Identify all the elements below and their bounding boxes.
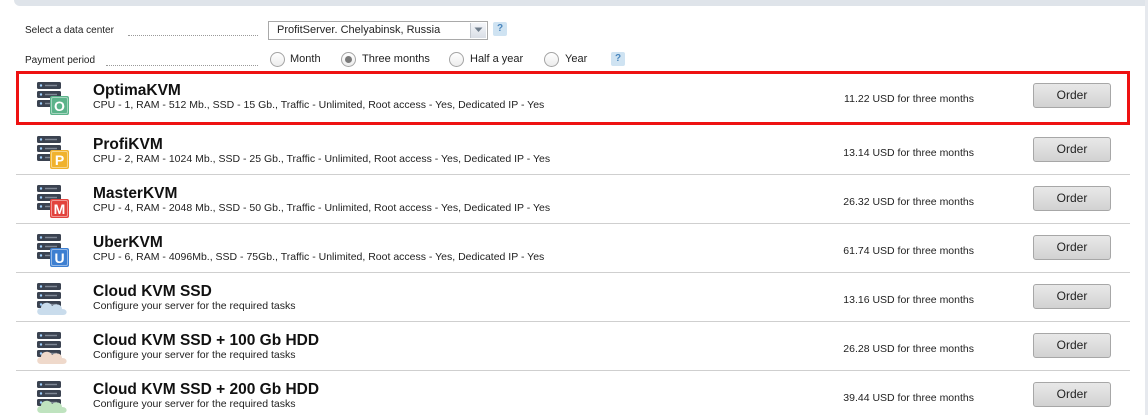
plan-price: 11.22 USD for three months [844, 93, 974, 105]
plan-name: Cloud KVM SSD + 100 Gb HDD [93, 332, 320, 349]
radio-three-months[interactable] [341, 52, 356, 67]
plan-badge-letter: P [55, 152, 64, 168]
plan-row-cloud-kvm-ssd-200-hdd: Cloud KVM SSD + 200 Gb HDD Configure you… [16, 371, 1130, 415]
plan-badge-letter: O [54, 98, 65, 114]
order-button[interactable]: Order [1033, 382, 1111, 407]
plan-price: 39.44 USD for three months [843, 392, 974, 404]
order-button[interactable]: Order [1033, 137, 1111, 162]
radio-month-label[interactable]: Month [290, 52, 321, 66]
server-cloud-icon [37, 381, 67, 413]
plan-name: OptimaKVM [93, 82, 181, 99]
server-icon-letter-m: M [35, 183, 71, 219]
plan-name: Cloud KVM SSD + 200 Gb HDD [93, 381, 320, 398]
plan-name: UberKVM [93, 234, 163, 251]
datacenter-leader-dots [128, 34, 258, 36]
order-button[interactable]: Order [1033, 284, 1111, 309]
plan-row-cloud-kvm-ssd: Cloud KVM SSD Configure your server for … [16, 273, 1130, 322]
plan-price: 13.14 USD for three months [843, 147, 974, 159]
period-leader-dots [106, 64, 258, 66]
server-cloud-icon [35, 379, 71, 415]
server-letter-icon: U [37, 234, 69, 267]
chevron-down-icon[interactable] [470, 23, 486, 38]
server-letter-icon: P [37, 136, 69, 169]
plan-description: CPU - 4, RAM - 2048 Mb., SSD - 50 Gb., T… [93, 202, 551, 214]
plan-description: CPU - 2, RAM - 1024 Mb., SSD - 25 Gb., T… [93, 153, 551, 165]
plan-price: 61.74 USD for three months [843, 245, 974, 257]
plan-description: Configure your server for the required t… [93, 300, 296, 312]
period-help-icon[interactable]: ? [611, 52, 625, 66]
plan-description: Configure your server for the required t… [93, 349, 296, 361]
radio-half-year-label[interactable]: Half a year [470, 52, 523, 66]
plan-price: 26.28 USD for three months [843, 343, 974, 355]
datacenter-help-icon[interactable]: ? [493, 22, 507, 36]
plan-description: Configure your server for the required t… [93, 398, 296, 410]
plan-row-profikvm: P ProfiKVM CPU - 2, RAM - 1024 Mb., SSD … [16, 126, 1130, 175]
order-button[interactable]: Order [1033, 333, 1111, 358]
datacenter-label: Select a data center [25, 25, 114, 36]
server-cloud-icon [35, 330, 71, 366]
plan-price: 26.32 USD for three months [843, 196, 974, 208]
server-icon-letter-p: P [35, 134, 71, 170]
radio-month[interactable] [270, 52, 285, 67]
radio-half-year[interactable] [449, 52, 464, 67]
plan-badge-letter: M [54, 201, 66, 217]
top-panel-edge [0, 0, 1148, 8]
server-letter-icon: O [37, 82, 69, 115]
plan-description: CPU - 1, RAM - 512 Mb., SSD - 15 Gb., Tr… [93, 99, 545, 111]
plan-row-masterkvm: M MasterKVM CPU - 4, RAM - 2048 Mb., SSD… [16, 175, 1130, 224]
server-cloud-icon [37, 283, 67, 315]
server-cloud-icon [35, 281, 71, 317]
order-button[interactable]: Order [1033, 186, 1111, 211]
plan-name: Cloud KVM SSD [93, 283, 212, 300]
plan-row-uberkvm: U UberKVM CPU - 6, RAM - 4096Mb., SSD - … [16, 224, 1130, 273]
radio-three-months-label[interactable]: Three months [362, 52, 430, 66]
plan-name: ProfiKVM [93, 136, 163, 153]
server-letter-icon: M [37, 185, 69, 218]
order-button[interactable]: Order [1033, 235, 1111, 260]
server-icon-letter-o: O [35, 80, 71, 116]
radio-year-label[interactable]: Year [565, 52, 587, 66]
plan-price: 13.16 USD for three months [843, 294, 974, 306]
payment-period-label: Payment period [25, 55, 96, 66]
datacenter-select[interactable]: ProfitServer. Chelyabinsk, Russia [268, 21, 488, 40]
server-icon-letter-u: U [35, 232, 71, 268]
order-button[interactable]: Order [1033, 83, 1111, 108]
datacenter-select-value: ProfitServer. Chelyabinsk, Russia [277, 24, 441, 36]
plan-row-cloud-kvm-ssd-100-hdd: Cloud KVM SSD + 100 Gb HDD Configure you… [16, 322, 1130, 371]
plan-badge-letter: U [54, 250, 64, 266]
plan-description: CPU - 6, RAM - 4096Mb., SSD - 75Gb., Tra… [93, 251, 545, 263]
plan-row-optimakvm: O OptimaKVM CPU - 1, RAM - 512 Mb., SSD … [16, 71, 1130, 125]
radio-year[interactable] [544, 52, 559, 67]
plan-name: MasterKVM [93, 185, 178, 202]
server-cloud-icon [37, 332, 67, 364]
